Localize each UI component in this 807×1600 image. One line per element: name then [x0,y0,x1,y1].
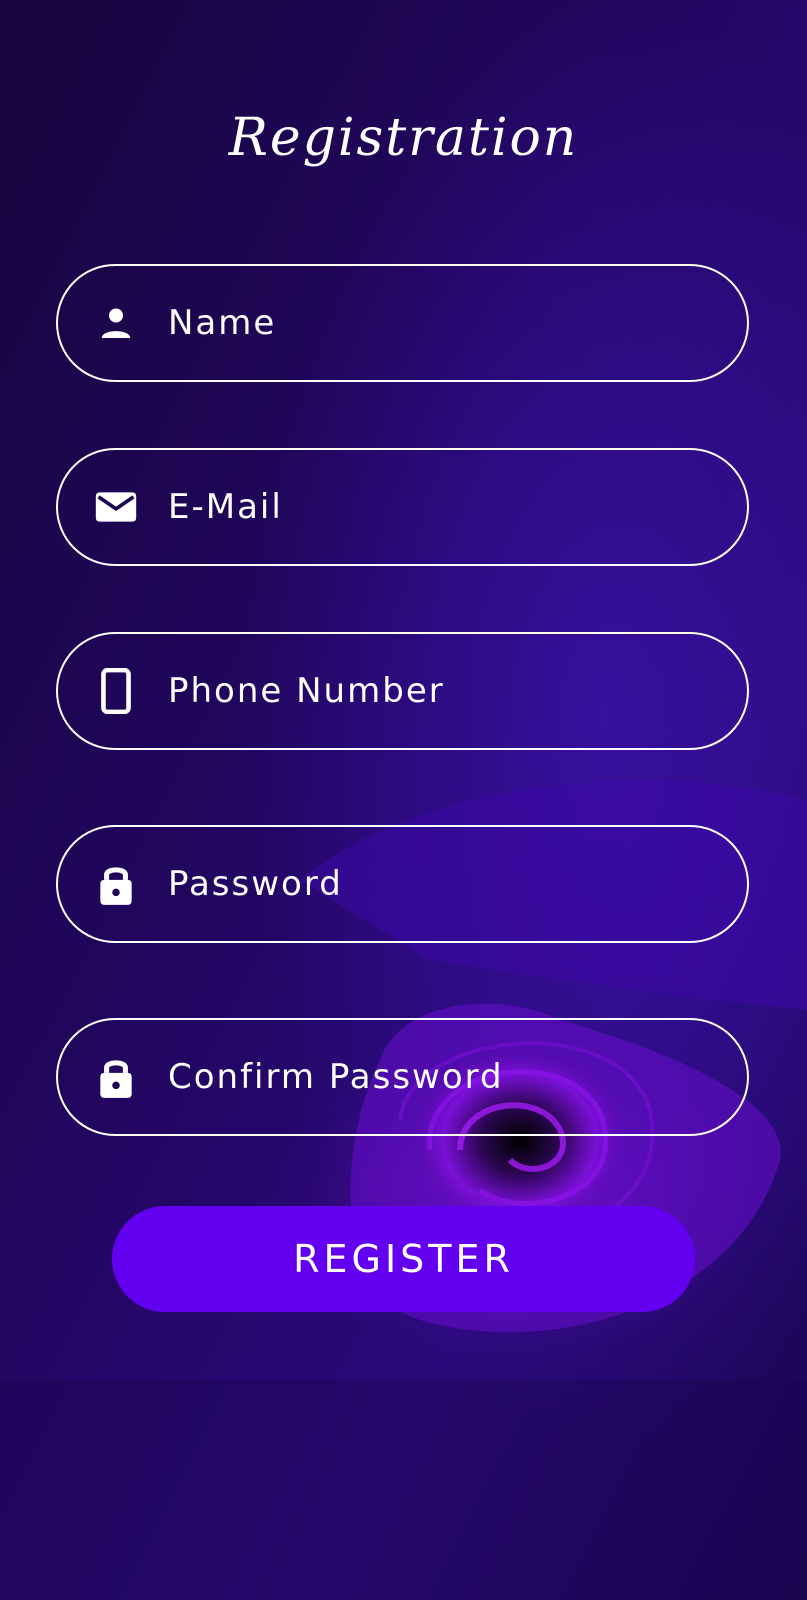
rose-background-image [0,0,807,1600]
phone-icon [94,668,138,714]
lock-icon [94,1055,138,1099]
phone-field[interactable] [56,632,749,750]
name-field[interactable] [56,264,749,382]
email-field[interactable] [56,448,749,566]
phone-input[interactable] [168,661,707,721]
confirm-password-input[interactable] [168,1047,707,1107]
lock-icon [94,862,138,906]
register-button[interactable]: REGISTER [112,1206,695,1312]
page-title: Registration [228,108,579,168]
email-input[interactable] [168,477,707,537]
password-input[interactable] [168,854,707,914]
mail-icon [94,485,138,529]
person-icon [94,301,138,345]
confirm-password-field[interactable] [56,1018,749,1136]
name-input[interactable] [168,293,707,353]
password-field[interactable] [56,825,749,943]
